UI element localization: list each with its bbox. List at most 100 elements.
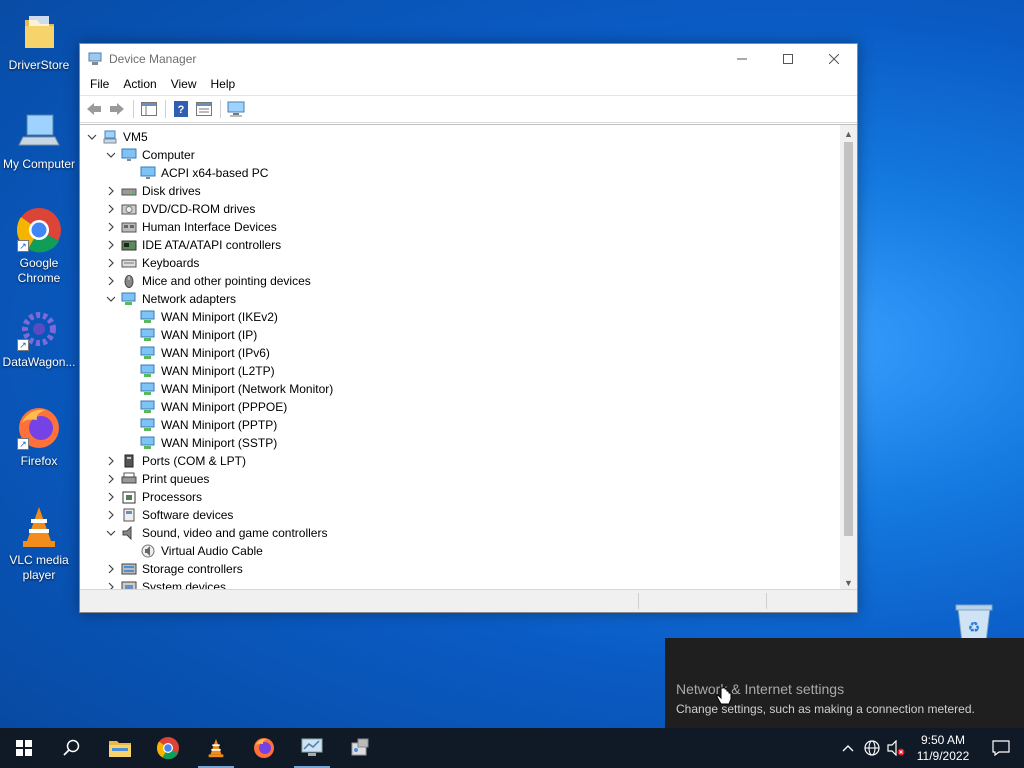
tree-row[interactable]: Storage controllers: [80, 560, 840, 578]
recycle-bin-icon[interactable]: ♻: [952, 602, 996, 643]
tree-row[interactable]: WAN Miniport (IKEv2): [80, 308, 840, 326]
forward-arrow-icon: [110, 103, 124, 115]
title-bar[interactable]: Device Manager: [80, 44, 857, 73]
taskbar-device-manager[interactable]: [288, 728, 336, 768]
popup-title[interactable]: Network & Internet settings: [676, 681, 844, 697]
taskbar-firefox[interactable]: [240, 728, 288, 768]
network-tray-button[interactable]: [860, 728, 884, 768]
tree-row[interactable]: Human Interface Devices: [80, 218, 840, 236]
desktop-icon-label: DriverStore: [8, 58, 70, 72]
toolbar-separator: [165, 100, 166, 118]
tree-row[interactable]: WAN Miniport (IP): [80, 326, 840, 344]
toolbar: ?: [80, 95, 857, 123]
monitor-icon: [140, 166, 156, 179]
chevron-right-icon[interactable]: [106, 186, 116, 196]
desktop-icon-driverstore[interactable]: DriverStore: [0, 8, 78, 73]
tree-row[interactable]: Print queues: [80, 470, 840, 488]
tree-row[interactable]: WAN Miniport (L2TP): [80, 362, 840, 380]
help-icon: ?: [174, 101, 188, 117]
close-button[interactable]: [811, 44, 857, 73]
desktop-icon-datawagon[interactable]: ↗ DataWagon...: [0, 305, 78, 370]
volume-tray-button[interactable]: [884, 728, 908, 768]
search-icon: [63, 739, 80, 756]
chevron-right-icon[interactable]: [106, 276, 116, 286]
tree-row[interactable]: ACPI x64-based PC: [80, 164, 840, 182]
scroll-thumb[interactable]: [844, 142, 853, 536]
menu-help[interactable]: Help: [204, 77, 243, 91]
desktop-icon-vlc[interactable]: VLC media player: [0, 503, 78, 583]
scroll-up-button[interactable]: ▲: [840, 125, 857, 142]
show-hidden-icons-button[interactable]: [836, 728, 860, 768]
desktop-icon-google-chrome[interactable]: ↗ Google Chrome: [0, 206, 78, 286]
system-tray: 9:50 AM 11/9/2022: [836, 728, 1024, 768]
desktop-icon-firefox[interactable]: ↗ Firefox: [0, 404, 78, 469]
tree-row[interactable]: Mice and other pointing devices: [80, 272, 840, 290]
scroll-down-button[interactable]: ▼: [840, 574, 857, 590]
action-center-button[interactable]: [978, 728, 1024, 768]
clock[interactable]: 9:50 AM 11/9/2022: [908, 732, 978, 764]
tree-row[interactable]: Virtual Audio Cable: [80, 542, 840, 560]
processor-icon: [122, 491, 136, 504]
minimize-icon: [737, 58, 747, 59]
help-button[interactable]: ?: [170, 98, 192, 120]
chevron-right-icon[interactable]: [106, 510, 116, 520]
show-hide-console-tree-button[interactable]: [138, 98, 160, 120]
chevron-right-icon[interactable]: [106, 222, 116, 232]
taskbar-network-app[interactable]: [336, 728, 384, 768]
tree-row[interactable]: Processors: [80, 488, 840, 506]
tree-row[interactable]: WAN Miniport (IPv6): [80, 344, 840, 362]
chevron-right-icon[interactable]: [106, 492, 116, 502]
menu-view[interactable]: View: [164, 77, 204, 91]
back-button[interactable]: [83, 98, 105, 120]
taskbar-chrome[interactable]: [144, 728, 192, 768]
forward-button[interactable]: [106, 98, 128, 120]
search-button[interactable]: [48, 728, 96, 768]
chrome-icon: ↗: [15, 206, 63, 254]
tree-row-label: Ports (COM & LPT): [142, 454, 247, 468]
tree-row[interactable]: WAN Miniport (PPPOE): [80, 398, 840, 416]
menu-action[interactable]: Action: [116, 77, 163, 91]
tree-row[interactable]: Disk drives: [80, 182, 840, 200]
scan-hardware-changes-button[interactable]: [225, 98, 247, 120]
tree-row[interactable]: DVD/CD-ROM drives: [80, 200, 840, 218]
chevron-down-icon[interactable]: [106, 294, 116, 304]
start-button[interactable]: [0, 728, 48, 768]
tree-row[interactable]: Network adapters: [80, 290, 840, 308]
tree-row[interactable]: IDE ATA/ATAPI controllers: [80, 236, 840, 254]
network-adapter-icon: [140, 436, 155, 449]
chevron-right-icon[interactable]: [106, 456, 116, 466]
minimize-button[interactable]: [719, 44, 765, 73]
chevron-right-icon[interactable]: [106, 258, 116, 268]
taskbar-file-explorer[interactable]: [96, 728, 144, 768]
tree-row[interactable]: Keyboards: [80, 254, 840, 272]
chevron-right-icon[interactable]: [106, 240, 116, 250]
chevron-down-icon[interactable]: [106, 150, 116, 160]
port-icon: [124, 454, 134, 468]
tree-row[interactable]: VM5: [80, 128, 840, 146]
tree-row[interactable]: WAN Miniport (Network Monitor): [80, 380, 840, 398]
network-settings-popup[interactable]: Network & Internet settings Change setti…: [665, 638, 1024, 728]
desktop-icon-my-computer[interactable]: My Computer: [0, 107, 78, 172]
tree-row-label: Computer: [142, 148, 195, 162]
maximize-icon: [783, 53, 793, 64]
tree-row[interactable]: Software devices: [80, 506, 840, 524]
taskbar-vlc[interactable]: [192, 728, 240, 768]
maximize-button[interactable]: [765, 44, 811, 73]
tree-row[interactable]: WAN Miniport (PPTP): [80, 416, 840, 434]
chevron-down-icon[interactable]: [87, 132, 97, 142]
firefox-icon: ↗: [15, 404, 63, 452]
tree-row[interactable]: Ports (COM & LPT): [80, 452, 840, 470]
vertical-scrollbar[interactable]: ▲ ▼: [840, 125, 857, 590]
device-tree-pane[interactable]: VM5 Computer ACPI x64-based PC Disk drives D…: [80, 124, 857, 590]
chevron-up-icon: [842, 745, 854, 752]
chevron-right-icon[interactable]: [106, 564, 116, 574]
tree-row[interactable]: Computer: [80, 146, 840, 164]
tree-row[interactable]: Sound, video and game controllers: [80, 524, 840, 542]
chevron-right-icon[interactable]: [106, 204, 116, 214]
tree-row[interactable]: WAN Miniport (SSTP): [80, 434, 840, 452]
properties-button[interactable]: [193, 98, 215, 120]
menu-file[interactable]: File: [83, 77, 116, 91]
chevron-right-icon[interactable]: [106, 474, 116, 484]
chevron-down-icon[interactable]: [106, 528, 116, 538]
computer-node-icon: [103, 130, 117, 144]
